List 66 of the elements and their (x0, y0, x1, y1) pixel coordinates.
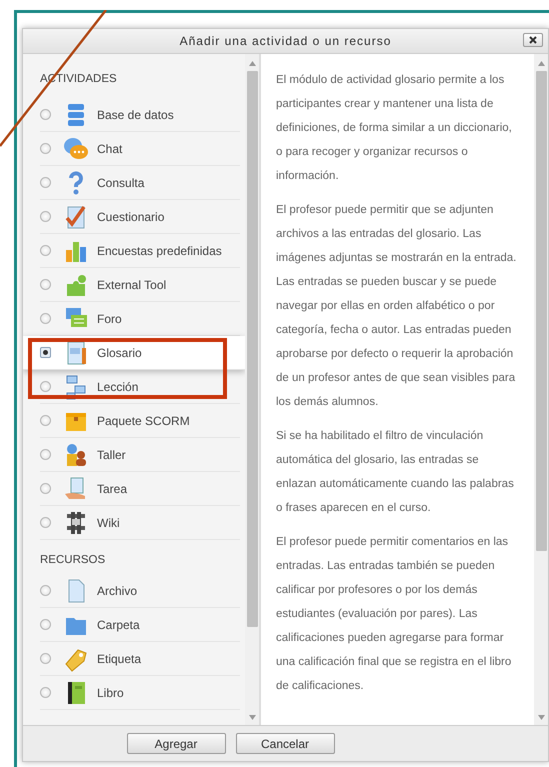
activity-option[interactable]: Encuestas predefinidas (40, 234, 240, 268)
option-label: Etiqueta (97, 652, 142, 666)
activity-option[interactable]: Carpeta (40, 608, 240, 642)
activity-option[interactable]: Etiqueta (40, 642, 240, 676)
activity-option[interactable]: Paquete SCORM (40, 404, 240, 438)
radio-button[interactable] (40, 619, 51, 630)
activity-option[interactable]: Base de datos (40, 98, 240, 132)
radio-button[interactable] (40, 687, 51, 698)
option-label: Consulta (97, 176, 144, 190)
scroll-up-icon[interactable] (248, 60, 256, 67)
radio-button[interactable] (40, 109, 51, 120)
option-label: Libro (97, 686, 124, 700)
radio-button[interactable] (40, 483, 51, 494)
description-text: Si se ha habilitado el filtro de vinculación automática del glosario, las entradas se enlazan automáticamente cuando las palabras o frases aparecen en el curso. (276, 429, 515, 516)
radio-button[interactable] (40, 449, 51, 460)
radio-button[interactable] (40, 313, 51, 324)
radio-button[interactable] (40, 143, 51, 154)
close-icon (529, 36, 537, 44)
scroll-down-icon[interactable] (248, 714, 256, 721)
radio-button[interactable] (40, 415, 51, 426)
activity-option[interactable]: Cuestionario (40, 200, 240, 234)
radio-button[interactable] (40, 177, 51, 188)
option-label: Lección (97, 380, 138, 394)
scroll-up-icon[interactable] (536, 60, 546, 67)
radio-button[interactable] (40, 211, 51, 222)
option-label: Chat (97, 142, 122, 156)
activity-option[interactable]: Consulta (40, 166, 240, 200)
description-text: El profesor puede permitir comentarios en las entradas. Las entradas también se pueden calificar por profesores o por los demás estudiantes (evaluación por pares). Las calificaciones pueden agregarse para formar una calificación final que se registra en el libro de calificaciones. (276, 535, 512, 694)
activity-option[interactable]: External Tool (40, 268, 240, 302)
activity-option[interactable]: Chat (40, 132, 240, 166)
description-text: El módulo de actividad glosario permite a los participantes crear y mantener una lista de definiciones, de forma similar a un diccionario, o para recoger y organizar recursos o información. (276, 73, 513, 184)
activity-option[interactable]: Wiki (40, 506, 240, 540)
option-label: Taller (97, 448, 126, 462)
dialog-button[interactable]: Cancelar (236, 733, 334, 754)
option-label: Foro (97, 312, 122, 326)
dialog-title: Añadir una actividad o un recurso (180, 34, 392, 48)
option-label: Carpeta (97, 618, 140, 632)
activity-option[interactable]: Taller (40, 438, 240, 472)
option-label: Cuestionario (97, 210, 164, 224)
option-label: Tarea (97, 482, 128, 496)
radio-button[interactable] (40, 517, 51, 528)
activity-option[interactable]: Tarea (40, 472, 240, 506)
dialog-button[interactable]: Agregar (126, 733, 226, 754)
section-heading: RECURSOS (39, 554, 106, 568)
radio-button[interactable] (40, 653, 51, 664)
option-label: Base de datos (97, 108, 174, 122)
radio-button[interactable] (40, 585, 51, 596)
scrollbar[interactable] (245, 54, 259, 725)
option-label: External Tool (97, 278, 166, 292)
activity-option[interactable]: Libro (40, 676, 240, 710)
option-label: Wiki (97, 516, 120, 530)
activity-option[interactable]: Archivo (40, 574, 240, 608)
option-label: Encuestas predefinidas (97, 244, 222, 258)
option-label: Paquete SCORM (97, 414, 190, 428)
option-label: Archivo (97, 584, 138, 598)
radio-button[interactable] (40, 245, 51, 256)
radio-button[interactable] (40, 347, 51, 358)
close-button[interactable] (523, 33, 543, 47)
scroll-down-icon[interactable] (536, 714, 546, 721)
chat-bubbles-icon (63, 136, 89, 162)
radio-button[interactable] (40, 279, 51, 290)
description-text: El profesor puede permitir que se adjunten archivos a las entradas del glosario. Las imágenes adjuntas se mostrarán en la entrada. Las entradas se pueden buscar y se puede navegar por ellas en orden alfabético o por categoría, fecha o autor. Las entradas pueden aprobarse por defecto o requerir la aprobación de un profesor antes de que sean visibles para los demás alumnos. (276, 203, 518, 410)
option-label: Glosario (97, 346, 142, 360)
activity-option[interactable]: Lección (40, 370, 240, 404)
radio-button[interactable] (40, 381, 51, 392)
scrollbar[interactable] (534, 54, 548, 725)
